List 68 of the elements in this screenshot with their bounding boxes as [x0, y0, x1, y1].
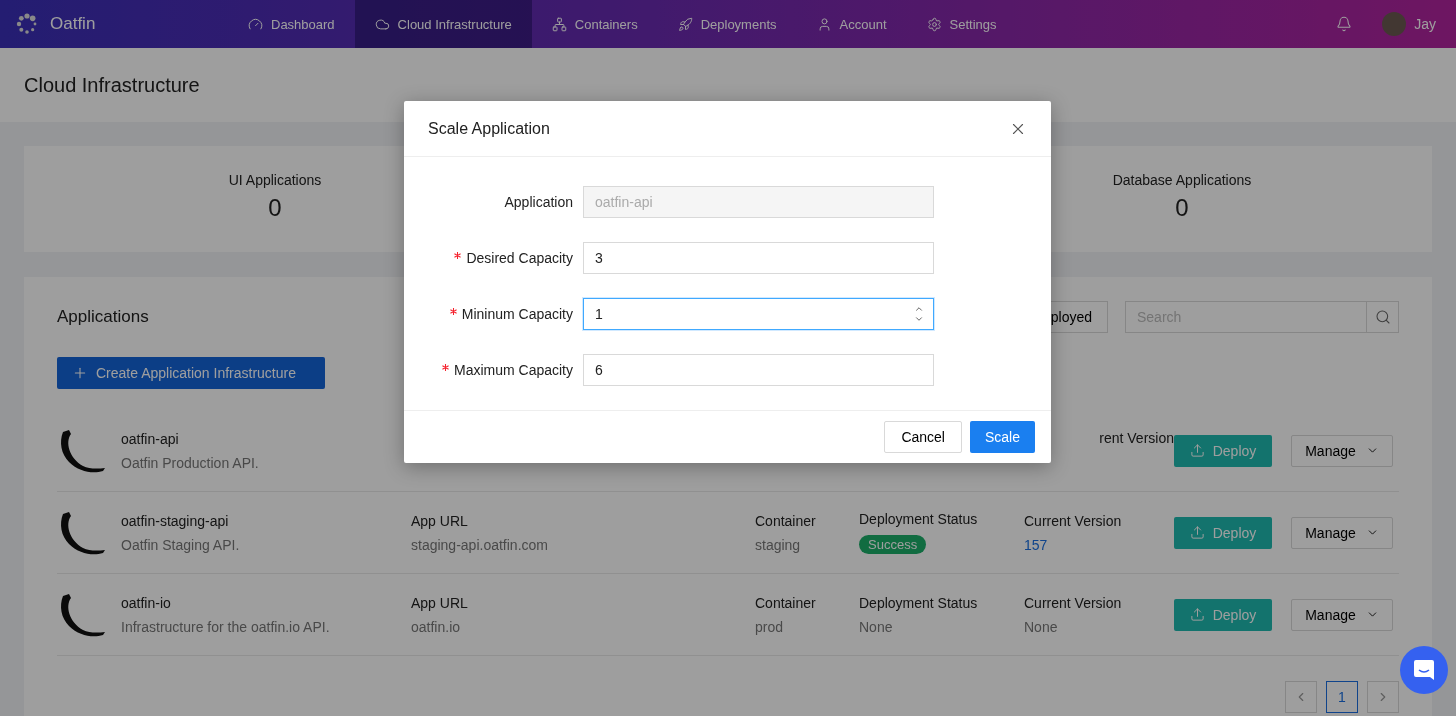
chat-icon: [1413, 659, 1435, 681]
gauge-icon: [248, 16, 263, 32]
version-text: None: [1024, 618, 1058, 635]
upload-icon: [1189, 443, 1205, 458]
nav-tab[interactable]: Account: [796, 0, 907, 48]
nav-tab[interactable]: Containers: [531, 0, 658, 48]
form-label: Mininum Capacity: [461, 306, 573, 322]
stepper-icon[interactable]: [914, 304, 924, 324]
cloud-icon: [374, 16, 390, 32]
field-label: rent Version: [1099, 429, 1174, 446]
form-label: Maximum Capacity: [453, 362, 573, 378]
input-field[interactable]: 6: [583, 354, 934, 386]
chat-button[interactable]: [1400, 646, 1448, 694]
settings-icon: [926, 16, 942, 32]
version-link[interactable]: 157: [1024, 536, 1048, 553]
upload-icon: [1189, 607, 1205, 622]
app-url: oatfin.io: [411, 618, 461, 635]
app-name: oatfin-io: [121, 594, 171, 611]
notification-bell-icon[interactable]: [1336, 16, 1353, 32]
form-label: Desired Capacity: [466, 250, 573, 266]
user-icon: [816, 16, 832, 32]
dialog-title: Scale Application: [428, 119, 550, 138]
section-title: Applications: [57, 307, 149, 327]
container-name: prod: [755, 618, 784, 635]
create-button[interactable]: Create Application Infrastructure: [57, 357, 325, 389]
container-name: staging: [755, 536, 801, 553]
field-label: App URL: [411, 594, 468, 611]
plus-icon: [72, 365, 88, 381]
field-label: Current Version: [1024, 594, 1122, 611]
logo-icon: [16, 13, 38, 35]
field-label: Current Version: [1024, 512, 1122, 529]
stat-label: Database Applications: [1112, 172, 1252, 188]
form-label: Application: [504, 194, 573, 210]
input-field[interactable]: 3: [583, 242, 934, 274]
app-description: Oatfin Production API.: [121, 454, 259, 471]
app-url: staging-api.oatfin.com: [411, 536, 548, 553]
stat-value: 0: [268, 194, 282, 222]
app-description: Oatfin Staging API.: [121, 536, 240, 553]
cancel-button[interactable]: Cancel: [884, 421, 962, 453]
field-label: App URL: [411, 512, 468, 529]
nav-tab[interactable]: Dashboard: [228, 0, 355, 48]
stat-label: UI Applications: [228, 172, 322, 188]
user-name[interactable]: Jay: [1414, 16, 1436, 32]
field-label: Container: [755, 594, 816, 611]
input-field[interactable]: 1: [583, 298, 934, 330]
status-badge: Success: [859, 535, 927, 554]
rocket-icon: [677, 16, 693, 32]
search-icon: [1374, 309, 1391, 325]
page-title: Cloud Infrastructure: [24, 73, 200, 97]
search-button[interactable]: [1367, 301, 1399, 333]
app-name: oatfin-api: [121, 430, 179, 447]
nav-tab[interactable]: Deployments: [657, 0, 797, 48]
page-button[interactable]: 1: [1326, 681, 1358, 713]
app-description: Infrastructure for the oatfin.io API.: [121, 618, 330, 635]
manage-button[interactable]: Manage: [1291, 598, 1393, 631]
brand-name: Oatfin: [50, 14, 96, 34]
stat-value: 0: [1175, 194, 1189, 222]
field-label: Deployment Status: [859, 511, 978, 527]
field-label: Deployment Status: [859, 594, 978, 611]
manage-button[interactable]: Manage: [1291, 434, 1393, 467]
scale-button[interactable]: Scale: [969, 421, 1035, 453]
manage-button[interactable]: Manage: [1291, 516, 1393, 549]
network-icon: [551, 16, 567, 32]
upload-icon: [1189, 525, 1205, 540]
status-text: None: [859, 618, 893, 635]
nav-tab[interactable]: Settings: [906, 0, 1017, 48]
app-name: oatfin-staging-api: [121, 512, 229, 529]
field-label: Container: [755, 512, 816, 529]
